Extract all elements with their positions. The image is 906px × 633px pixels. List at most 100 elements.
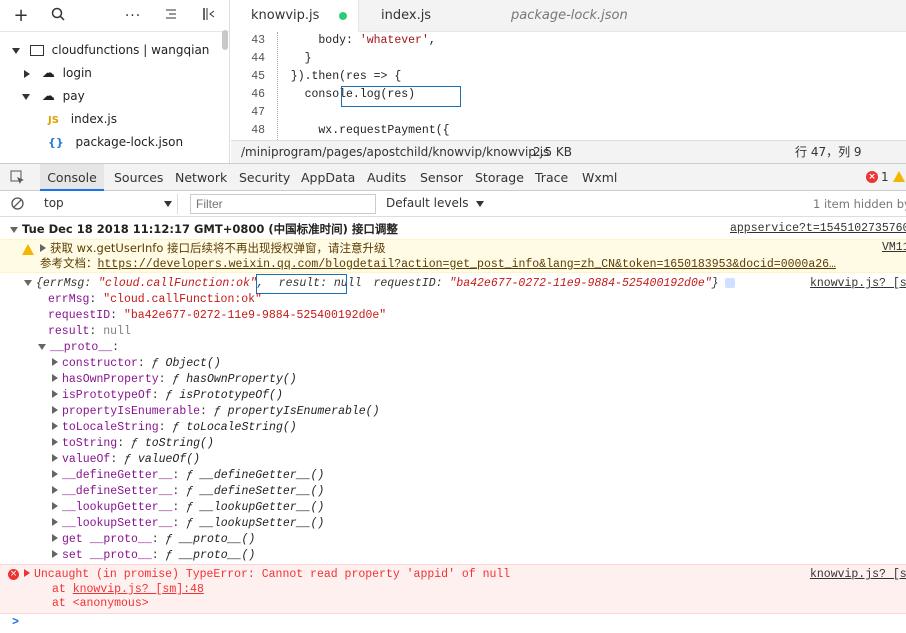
- stack-prefix: at: [52, 583, 73, 596]
- proto-item[interactable]: __defineGetter__: ƒ __defineGetter__(): [52, 468, 324, 484]
- error-count: 1: [881, 170, 889, 184]
- chevron-down-icon: [22, 93, 30, 100]
- chevron-right-icon: [52, 358, 58, 366]
- proto-item[interactable]: toString: ƒ toString(): [52, 436, 214, 452]
- tree-project-root[interactable]: cloudfunctions | wangqian: [12, 39, 209, 62]
- tree-item-login[interactable]: ☁ login: [24, 62, 92, 85]
- proto-item[interactable]: toLocaleString: ƒ toLocaleString(): [52, 420, 297, 436]
- error-icon[interactable]: ×: [866, 171, 878, 183]
- console-group-header[interactable]: Tue Dec 18 2018 11:12:17 GMT+0800 (中国标准时…: [10, 221, 398, 237]
- warning-text[interactable]: 获取 wx.getUserInfo 接口后续将不再出现授权弹窗，请注意升级: [40, 240, 386, 256]
- layout-icon[interactable]: [199, 7, 217, 25]
- proto-item[interactable]: isPrototypeOf: ƒ isPrototypeOf(): [52, 388, 283, 404]
- tree-item-package-lock[interactable]: {} package-lock.json: [48, 131, 183, 154]
- warning-source-link[interactable]: VM11: [882, 240, 906, 256]
- console-filter-bar: top Default levels 1 item hidden by: [0, 191, 906, 217]
- proto-item[interactable]: propertyIsEnumerable: ƒ propertyIsEnumer…: [52, 404, 379, 420]
- tree-item-label: login: [62, 66, 92, 80]
- more-icon[interactable]: ···: [124, 7, 142, 25]
- tab-label: knowvip.js: [251, 8, 320, 23]
- code-line: }).then(res => {: [277, 70, 402, 83]
- tab-sources[interactable]: Sources: [114, 164, 163, 191]
- tab-console[interactable]: Console: [40, 164, 104, 191]
- group-source-link[interactable]: appservice?t=1545102735760:: [730, 221, 906, 237]
- levels-label: Default levels: [386, 196, 469, 210]
- stack-link[interactable]: knowvip.js? [sm]:48: [73, 583, 204, 596]
- group-title: Tue Dec 18 2018 11:12:17 GMT+0800 (中国标准时…: [22, 222, 398, 236]
- chevron-right-icon: [52, 550, 58, 558]
- prop-errmsg: errMsg: "cloud.callFunction:ok": [48, 293, 262, 306]
- proto-item[interactable]: constructor: ƒ Object(): [52, 356, 221, 372]
- chevron-right-icon: [52, 470, 58, 478]
- chevron-right-icon: [52, 518, 58, 526]
- tab-network[interactable]: Network: [175, 164, 227, 191]
- tab-security[interactable]: Security: [239, 164, 290, 191]
- context-selector[interactable]: top: [36, 194, 178, 214]
- proto-item[interactable]: __lookupGetter__: ƒ __lookupGetter__(): [52, 500, 324, 516]
- cloud-folder-icon: ☁: [41, 89, 55, 104]
- tab-appdata[interactable]: AppData: [301, 164, 355, 191]
- error-message[interactable]: Uncaught (in promise) TypeError: Cannot …: [24, 567, 510, 583]
- tree-item-label: pay: [62, 89, 85, 103]
- folder-icon: [29, 45, 44, 56]
- error-source-link[interactable]: knowvip.js? [sm]: [810, 567, 906, 583]
- clear-console-icon[interactable]: [11, 197, 24, 213]
- tab-audits[interactable]: Audits: [367, 164, 406, 191]
- tree-item-pay[interactable]: ☁ pay: [22, 85, 85, 108]
- tab-trace[interactable]: Trace: [535, 164, 568, 191]
- console-output: Tue Dec 18 2018 11:12:17 GMT+0800 (中国标准时…: [0, 217, 906, 633]
- chevron-right-icon: [52, 454, 58, 462]
- proto-item[interactable]: hasOwnProperty: ƒ hasOwnProperty(): [52, 372, 297, 388]
- tab-sensor[interactable]: Sensor: [420, 164, 463, 191]
- devtools-tabbar: Console Sources Network Security AppData…: [0, 163, 906, 191]
- chevron-right-icon: [52, 422, 58, 430]
- proto-item[interactable]: valueOf: ƒ valueOf(): [52, 452, 200, 468]
- tab-package-lock[interactable]: package-lock.json: [511, 0, 628, 32]
- line-number: 45: [251, 70, 265, 83]
- tab-knowvip-js[interactable]: knowvip.js: [231, 0, 359, 32]
- chevron-down-icon: [24, 280, 32, 286]
- prop-requestid: requestID: "ba42e677-0272-11e9-9884-5254…: [48, 309, 387, 322]
- reference-link[interactable]: https://developers.weixin.qq.com/blogdet…: [98, 258, 836, 271]
- proto-item[interactable]: set __proto__: ƒ __proto__(): [52, 548, 255, 564]
- explorer-toolbar: + ···: [0, 0, 229, 32]
- warning-icon[interactable]: [893, 171, 905, 182]
- add-icon[interactable]: +: [12, 7, 30, 25]
- js-file-icon: JS: [48, 115, 59, 126]
- cloud-folder-icon: ☁: [41, 66, 55, 81]
- inspect-element-icon[interactable]: [10, 170, 25, 188]
- chevron-right-icon: [52, 502, 58, 510]
- code-area[interactable]: 43 body: 'whatever', 44 } 45 }).then(res…: [231, 32, 906, 140]
- file-path: /miniprogram/pages/apostchild/knowvip/kn…: [241, 145, 550, 159]
- proto-node[interactable]: __proto__:: [38, 340, 119, 356]
- file-explorer: + ··· cloudfunctions | wangqian ☁ login: [0, 0, 230, 163]
- modified-dot-icon: [339, 12, 347, 20]
- filter-input[interactable]: [190, 194, 376, 214]
- dropdown-arrow-icon: [164, 201, 172, 207]
- code-editor: knowvip.js index.js package-lock.json 43…: [231, 0, 906, 163]
- object-summary[interactable]: {errMsg: "cloud.callFunction:ok", result…: [24, 276, 735, 292]
- tab-storage[interactable]: Storage: [475, 164, 524, 191]
- code-line: wx.requestPayment({: [277, 124, 450, 137]
- proto-item[interactable]: get __proto__: ƒ __proto__(): [52, 532, 255, 548]
- editor-status-bar: /miniprogram/pages/apostchild/knowvip/kn…: [231, 140, 906, 163]
- console-prompt[interactable]: >: [12, 615, 19, 631]
- proto-item[interactable]: __lookupSetter__: ƒ __lookupSetter__(): [52, 516, 324, 532]
- context-value: top: [44, 196, 64, 210]
- line-number: 43: [251, 34, 265, 47]
- tree-item-index-js[interactable]: JS index.js: [48, 108, 117, 131]
- chevron-right-icon: [52, 406, 58, 414]
- levels-dropdown[interactable]: Default levels: [386, 196, 485, 210]
- collapse-icon[interactable]: [162, 7, 180, 25]
- tab-index-js[interactable]: index.js: [381, 0, 431, 32]
- search-icon[interactable]: [49, 7, 67, 25]
- chevron-right-icon: [52, 534, 58, 542]
- highlight-box-result-null: [256, 274, 347, 294]
- tab-label: index.js: [381, 8, 432, 23]
- sidebar-scrollbar[interactable]: [222, 30, 228, 50]
- chevron-right-icon: [24, 69, 30, 78]
- proto-item[interactable]: __defineSetter__: ƒ __defineSetter__(): [52, 484, 324, 500]
- chevron-down-icon: [12, 47, 20, 54]
- object-source-link[interactable]: knowvip.js? [sm]: [810, 276, 906, 292]
- tab-wxml[interactable]: Wxml: [582, 164, 617, 191]
